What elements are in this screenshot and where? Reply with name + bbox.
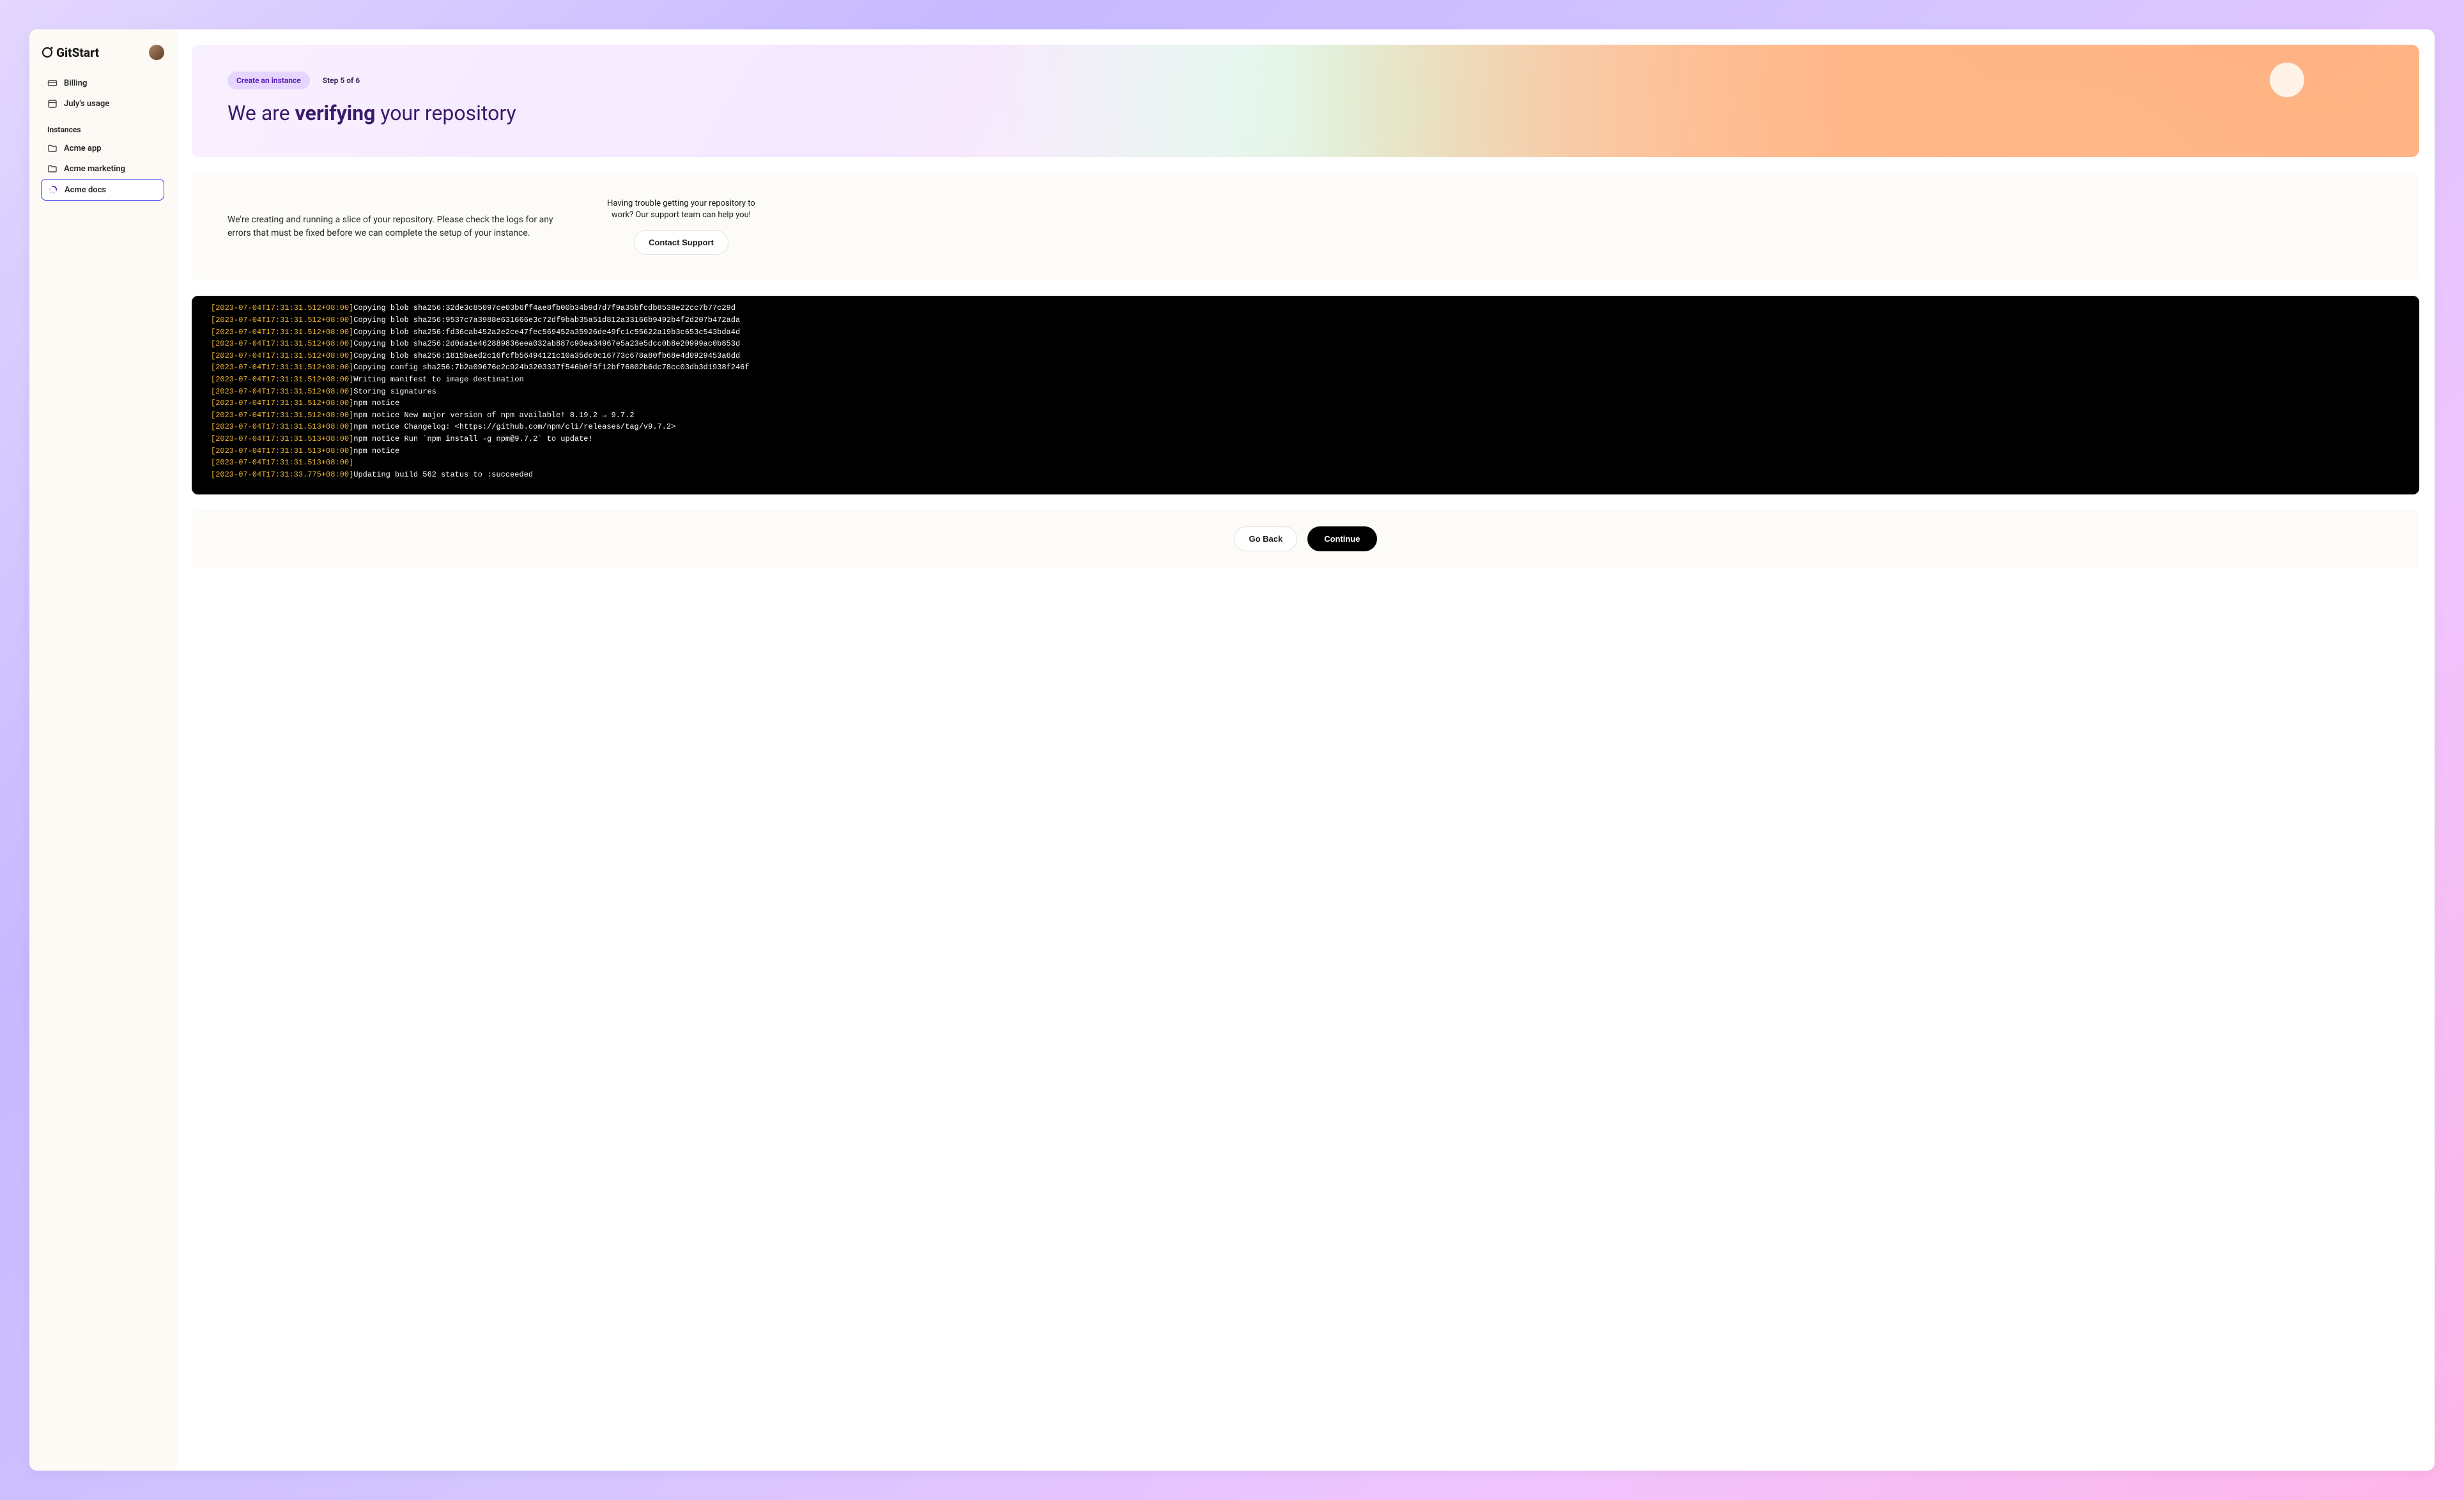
- avatar[interactable]: [149, 45, 164, 60]
- terminal-timestamp: [2023-07-04T17:31:31.512+08:00]: [211, 351, 353, 360]
- terminal-timestamp: [2023-07-04T17:31:31.512+08:00]: [211, 411, 353, 420]
- terminal-timestamp: [2023-07-04T17:31:31.512+08:00]: [211, 399, 353, 408]
- terminal-timestamp: [2023-07-04T17:31:31.512+08:00]: [211, 363, 353, 372]
- wizard-badge: Create an instance: [227, 72, 310, 89]
- hero-title-bold: verifying: [295, 101, 376, 125]
- terminal-message: npm notice Changelog: <https://github.co…: [353, 422, 675, 431]
- terminal-message: npm notice: [353, 399, 399, 408]
- terminal-message: Copying blob sha256:fd36cab452a2e2ce47fe…: [353, 328, 740, 337]
- terminal-message: Copying blob sha256:1815baed2c16fcfb5649…: [353, 351, 740, 360]
- nav-usage[interactable]: July's usage: [41, 93, 164, 114]
- wizard-footer: Go Back Continue: [192, 510, 2419, 568]
- terminal-timestamp: [2023-07-04T17:31:31.512+08:00]: [211, 328, 353, 337]
- terminal-timestamp: [2023-07-04T17:31:31.513+08:00]: [211, 447, 353, 455]
- terminal-message: Updating build 562 status to :succeeded: [353, 470, 533, 479]
- contact-support-button[interactable]: Contact Support: [634, 230, 728, 255]
- instances-section-label: Instances: [41, 125, 164, 134]
- card-icon: [47, 78, 58, 88]
- terminal-message: npm notice: [353, 447, 399, 455]
- go-back-button[interactable]: Go Back: [1234, 526, 1297, 551]
- instance-label: Acme app: [64, 144, 102, 153]
- terminal-timestamp: [2023-07-04T17:31:31.513+08:00]: [211, 434, 353, 443]
- terminal-line: [2023-07-04T17:31:31.513+08:00]npm notic…: [211, 421, 2400, 433]
- sun-decoration: [2270, 63, 2304, 97]
- terminal-timestamp: [2023-07-04T17:31:31.513+08:00]: [211, 422, 353, 431]
- wizard-step: Step 5 of 6: [323, 76, 360, 85]
- nav-label: July's usage: [64, 99, 109, 109]
- terminal-line: [2023-07-04T17:31:31.512+08:00]npm notic…: [211, 397, 2400, 409]
- terminal-message: Copying config sha256:7b2a09676e2c924b32…: [353, 363, 749, 372]
- brand-logo[interactable]: GitStart: [41, 45, 99, 60]
- spinner-icon: [48, 185, 58, 195]
- hero-banner: Create an instance Step 5 of 6 We are ve…: [192, 45, 2419, 157]
- app-window: GitStart Billing July's usage Instances …: [29, 29, 2435, 1471]
- terminal-timestamp: [2023-07-04T17:31:31.512+08:00]: [211, 303, 353, 312]
- instance-item[interactable]: Acme app: [41, 138, 164, 158]
- terminal-line: [2023-07-04T17:31:31.513+08:00]npm notic…: [211, 445, 2400, 457]
- instance-item[interactable]: Acme docs: [41, 179, 164, 201]
- brand-icon: [41, 46, 54, 59]
- brand-name: GitStart: [56, 45, 99, 60]
- nav-section-instances: Acme app Acme marketing Acme docs: [41, 138, 164, 201]
- continue-button[interactable]: Continue: [1307, 526, 1376, 551]
- terminal-line: [2023-07-04T17:31:31.512+08:00]npm notic…: [211, 409, 2400, 422]
- instance-label: Acme docs: [65, 185, 106, 195]
- terminal-timestamp: [2023-07-04T17:31:31.512+08:00]: [211, 316, 353, 325]
- terminal-message: Copying blob sha256:2d0da1e462889836eea0…: [353, 339, 740, 348]
- terminal-timestamp: [2023-07-04T17:31:31.512+08:00]: [211, 375, 353, 384]
- terminal-log[interactable]: [2023-07-04T17:31:31.512+08:00]Copying b…: [192, 296, 2419, 494]
- sidebar: GitStart Billing July's usage Instances …: [29, 29, 176, 1471]
- terminal-message: Copying blob sha256:32de3c85097ce03b6ff4…: [353, 303, 735, 312]
- terminal-line: [2023-07-04T17:31:33.775+08:00]Updating …: [211, 469, 2400, 481]
- terminal-timestamp: [2023-07-04T17:31:33.775+08:00]: [211, 470, 353, 479]
- terminal-message: npm notice Run `npm install -g npm@9.7.2…: [353, 434, 592, 443]
- hero-meta-row: Create an instance Step 5 of 6: [227, 72, 2383, 89]
- terminal-line: [2023-07-04T17:31:31.512+08:00]Copying b…: [211, 302, 2400, 314]
- support-text: Having trouble getting your repository t…: [598, 198, 764, 221]
- terminal-message: Writing manifest to image destination: [353, 375, 523, 384]
- terminal-line: [2023-07-04T17:31:31.512+08:00]Copying b…: [211, 338, 2400, 350]
- hero-title-pre: We are: [227, 101, 295, 125]
- support-box: Having trouble getting your repository t…: [598, 198, 764, 255]
- terminal-line: [2023-07-04T17:31:31.512+08:00]Writing m…: [211, 374, 2400, 386]
- folder-icon: [47, 164, 58, 174]
- sidebar-header: GitStart: [41, 45, 164, 60]
- hero-title: We are verifying your repository: [227, 101, 2383, 125]
- terminal-line: [2023-07-04T17:31:31.512+08:00]Copying b…: [211, 326, 2400, 339]
- terminal-line: [2023-07-04T17:31:31.512+08:00]Copying b…: [211, 314, 2400, 326]
- terminal-timestamp: [2023-07-04T17:31:31.513+08:00]: [211, 458, 353, 467]
- terminal-line: [2023-07-04T17:31:31.513+08:00]npm notic…: [211, 433, 2400, 445]
- instance-label: Acme marketing: [64, 164, 125, 174]
- terminal-message: npm notice New major version of npm avai…: [353, 411, 634, 420]
- terminal-line: [2023-07-04T17:31:31.512+08:00]Copying b…: [211, 350, 2400, 362]
- terminal-timestamp: [2023-07-04T17:31:31.512+08:00]: [211, 339, 353, 348]
- nav-billing[interactable]: Billing: [41, 73, 164, 93]
- info-panel: We're creating and running a slice of yo…: [192, 172, 2419, 280]
- nav-label: Billing: [64, 79, 87, 88]
- terminal-message: Storing signatures: [353, 387, 436, 396]
- hero-title-post: your repository: [375, 101, 516, 125]
- calendar-icon: [47, 98, 58, 109]
- folder-icon: [47, 143, 58, 153]
- instance-item[interactable]: Acme marketing: [41, 158, 164, 179]
- main-content: Create an instance Step 5 of 6 We are ve…: [176, 29, 2435, 1471]
- info-text: We're creating and running a slice of yo…: [227, 213, 560, 240]
- terminal-line: [2023-07-04T17:31:31.512+08:00]Storing s…: [211, 386, 2400, 398]
- terminal-line: [2023-07-04T17:31:31.513+08:00]: [211, 457, 2400, 469]
- terminal-message: Copying blob sha256:9537c7a3988e631666e3…: [353, 316, 740, 325]
- terminal-timestamp: [2023-07-04T17:31:31.512+08:00]: [211, 387, 353, 396]
- terminal-line: [2023-07-04T17:31:31.512+08:00]Copying c…: [211, 362, 2400, 374]
- nav-section-main: Billing July's usage: [41, 73, 164, 114]
